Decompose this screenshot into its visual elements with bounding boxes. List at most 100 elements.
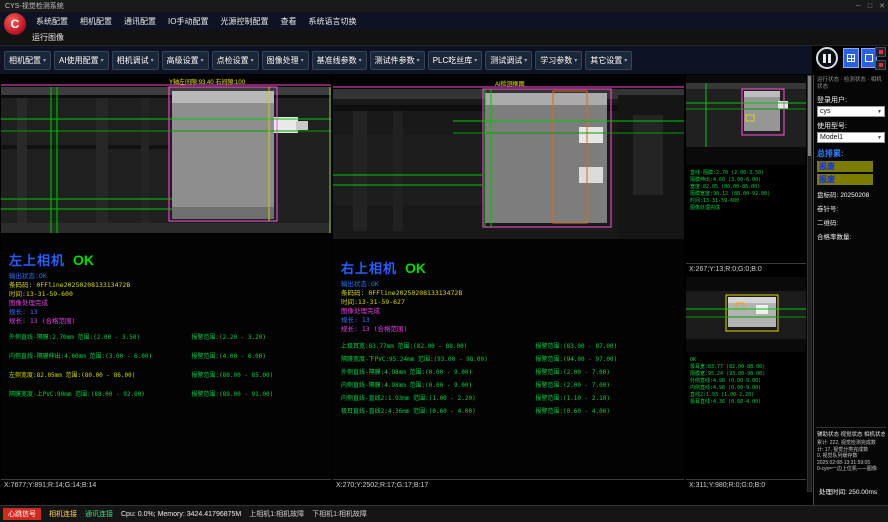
measurement-value: 隔膜宽度-下PVC:95.24mm 范围:(93.00 - 98.00) — [341, 354, 535, 363]
right-measurements: 上极耳宽:83.77mm 范围:(82.00 - 88.00) 报警范围:(83… — [341, 341, 682, 419]
toolbar-buttons: 相机配置AI使用配置相机调试高级设置点检设置图像处理基准线参数测试件参数PLC吃… — [4, 51, 632, 70]
square-icon — [865, 54, 873, 62]
spec-line: 规长: 13 (合格范围) — [9, 317, 130, 326]
ai-detect-annotation: AI检测框图 — [495, 79, 525, 88]
menu-item[interactable]: 通讯配置 — [118, 14, 162, 29]
toolbar-button[interactable]: 测试调试 — [485, 51, 532, 70]
thumb-measure-line: 隔膜伸出:4.60 (3.00-6.00) — [690, 177, 770, 184]
thumbnail-camera-3[interactable]: 直线-隔膜:2.70 (2.00-3.50)隔膜伸出:4.60 (3.00-6.… — [686, 75, 806, 276]
thumb-measure-line: 直线-隔膜:2.70 (2.00-3.50) — [690, 170, 770, 177]
toolbar-button[interactable]: 高级设置 — [162, 51, 209, 70]
toolbar: 相机配置AI使用配置相机调试高级设置点检设置图像处理基准线参数测试件参数PLC吃… — [0, 46, 812, 74]
alarm-range: 报警范围:(2.00 - 7.00) — [535, 367, 682, 376]
measurement-value: 内侧直线-直线2:1.93mm 范围:(1.00 - 2.20) — [341, 393, 535, 402]
sidebar-field: 二维码: — [817, 217, 885, 227]
thumb1-measurements: 直线-隔膜:2.70 (2.00-3.50)隔膜伸出:4.60 (3.00-6.… — [690, 170, 770, 212]
field-label: 卷针号: — [817, 206, 838, 213]
measurement-row: 上极耳宽:83.77mm 范围:(82.00 - 88.00) 报警范围:(83… — [341, 341, 682, 354]
upper-camera-error: 上相机1:相机故障 — [249, 509, 304, 519]
pause-icon — [828, 54, 831, 63]
thumb-measure-line: 极耳宽:83.77 (82.00-88.00) — [690, 364, 765, 371]
measurement-row: 左侧宽度:82.05mm 范围:(80.00 - 86.00) 报警范围:(80… — [9, 370, 329, 389]
spec-line: 规长: 13 (合格范围) — [341, 325, 462, 334]
thumb2-image[interactable] — [686, 277, 806, 352]
right-camera-info: 右上相机OK 输出状态:OK 条码码: 0FFline2025020813313… — [341, 258, 462, 334]
thumbnail-camera-4[interactable]: OK极耳宽:83.77 (82.00-88.00)隔膜宽:95.24 (93.0… — [686, 277, 806, 492]
menu-item[interactable]: 系统配置 — [30, 14, 74, 29]
sidebar-fields: 盘标码:20250208 卷针号: 二维码: 合格率数量: — [817, 189, 885, 241]
tab-row: 运行图像 — [0, 30, 888, 46]
grid-icon — [847, 54, 855, 62]
toolbar-button[interactable]: 相机调试 — [112, 51, 159, 70]
thumb-measure-line: OK — [690, 357, 765, 364]
tab-run-image[interactable]: 运行图像 — [32, 32, 64, 43]
menu-item[interactable]: IO手动配置 — [162, 14, 214, 29]
model-value: Model1 — [820, 134, 843, 141]
menu-item[interactable]: 光源控制配置 — [214, 14, 274, 29]
minimize-icon[interactable]: ─ — [856, 3, 861, 10]
sidebar-field: 合格率数量: — [817, 231, 885, 241]
field-label: 二维码: — [817, 220, 838, 227]
alarm-range: 报警范围:(1.10 - 2.10) — [535, 393, 682, 402]
thumbnail-scrollbar[interactable] — [807, 75, 812, 492]
thumb-measure-line: 隔膜宽度:90.12 (88.00-92.00) — [690, 191, 770, 198]
left-camera-view[interactable]: Y轴左间隙:93.40 右间隙:100 左上相机OK 输出状态:OK 条码码: … — [1, 75, 331, 492]
toolbar-button[interactable]: 学习参数 — [535, 51, 582, 70]
thumb1-image[interactable] — [686, 75, 806, 165]
thumb-measure-line: 直线2:1.93 (1.00-2.20) — [690, 392, 765, 399]
logo-letter: C — [11, 17, 20, 31]
login-user-select[interactable]: cys ▼ — [817, 106, 885, 117]
menu-item[interactable]: 相机配置 — [74, 14, 118, 29]
red-indicator-button-1[interactable] — [875, 47, 886, 57]
app-logo-icon: C — [4, 13, 26, 35]
measurement-row: 内侧直线-隔膜伸出:4.60mm 范围:(3.00 - 6.00) 报警范围:(… — [9, 351, 329, 370]
toolbar-button[interactable]: PLC吃丝库 — [428, 51, 483, 70]
process-time: 处理时间: 250.00ms — [819, 486, 877, 496]
pause-button[interactable] — [816, 47, 838, 69]
scrollbar-thumb[interactable] — [808, 76, 811, 156]
pause-icon — [823, 54, 826, 63]
alarm-range: 报警范围:(83.00 - 87.00) — [535, 341, 682, 350]
process-line: 图像处理完成 — [9, 299, 130, 308]
toolbar-button[interactable]: 相机配置 — [4, 51, 51, 70]
measurement-value: 外侧直线-隔膜:2.70mm 范围:(2.00 - 3.50) — [9, 332, 191, 341]
barcode-line: 条码码: 0FFline2025020813313472B — [341, 289, 462, 298]
sidebar-field: 卷针号: — [817, 203, 885, 213]
thumb-measure-line: 极耳直线:4.36 (0.60-4.00) — [690, 399, 765, 406]
alarm-range: 报警范围:(4.00 - 6.00) — [191, 351, 329, 360]
toolbar-button[interactable]: 基准线参数 — [312, 51, 367, 70]
scrap-flag: 报废 — [817, 174, 873, 185]
measurement-value: 内侧直线-隔膜伸出:4.60mm 范围:(3.00 - 6.00) — [9, 351, 191, 360]
layout-grid-button[interactable] — [843, 48, 859, 68]
alarm-range: 报警范围:(89.00 - 91.00) — [191, 389, 329, 398]
measurement-value: 内侧直线-隔膜:4.98mm 范围:(0.00 - 9.00) — [341, 380, 535, 389]
red-indicator-button-2[interactable] — [875, 60, 886, 70]
menu-item[interactable]: 系统语言切换 — [302, 14, 362, 29]
login-user-value: cys — [820, 108, 831, 115]
toolbar-button[interactable]: 其它设置 — [585, 51, 632, 70]
left-measurements: 外侧直线-隔膜:2.70mm 范围:(2.00 - 3.50) 报警范围:(2.… — [9, 332, 329, 408]
toolbar-button[interactable]: 点检设置 — [212, 51, 259, 70]
model-label: 使用型号: — [817, 121, 885, 131]
login-user-label: 登录用户: — [817, 95, 885, 105]
time-line: 时间:13-31-59-600 — [9, 290, 130, 299]
toolbar-button[interactable]: AI使用配置 — [54, 51, 109, 70]
left-camera-info: 左上相机OK 输出状态:OK 条码码: 0FFline2025020813313… — [9, 250, 130, 326]
alarm-range: 报警范围:(2.20 - 3.20) — [191, 332, 329, 341]
measurement-row: 隔膜宽度-上PVC:90mm 范围:(88.00 - 92.00) 报警范围:(… — [9, 389, 329, 408]
thumb-measure-line: 时间:13-31-59-600 — [690, 198, 770, 205]
measurement-value: 上极耳宽:83.77mm 范围:(82.00 - 88.00) — [341, 341, 535, 350]
thumb-measure-line: 图像处理完成 — [690, 205, 770, 212]
menu-item[interactable]: 查看 — [274, 14, 302, 29]
model-select[interactable]: Model1 ▼ — [817, 132, 885, 143]
close-icon[interactable]: ✕ — [879, 2, 885, 10]
field-label: 合格率数量: — [817, 234, 851, 241]
maximize-icon[interactable]: □ — [868, 3, 872, 10]
field-label: 盘标码: — [817, 192, 838, 199]
toolbar-button[interactable]: 图像处理 — [262, 51, 309, 70]
status-ok: OK — [405, 260, 426, 276]
right-camera-view[interactable]: AI检测框图 右上相机OK 输出状态:OK 条码码: 0FFline202502… — [333, 75, 684, 492]
toolbar-button[interactable]: 测试件参数 — [370, 51, 425, 70]
thumb-measure-line: 内侧直线:4.98 (0.00-9.00) — [690, 385, 765, 392]
menu-items: 系统配置相机配置通讯配置IO手动配置光源控制配置查看系统语言切换 — [30, 14, 362, 29]
